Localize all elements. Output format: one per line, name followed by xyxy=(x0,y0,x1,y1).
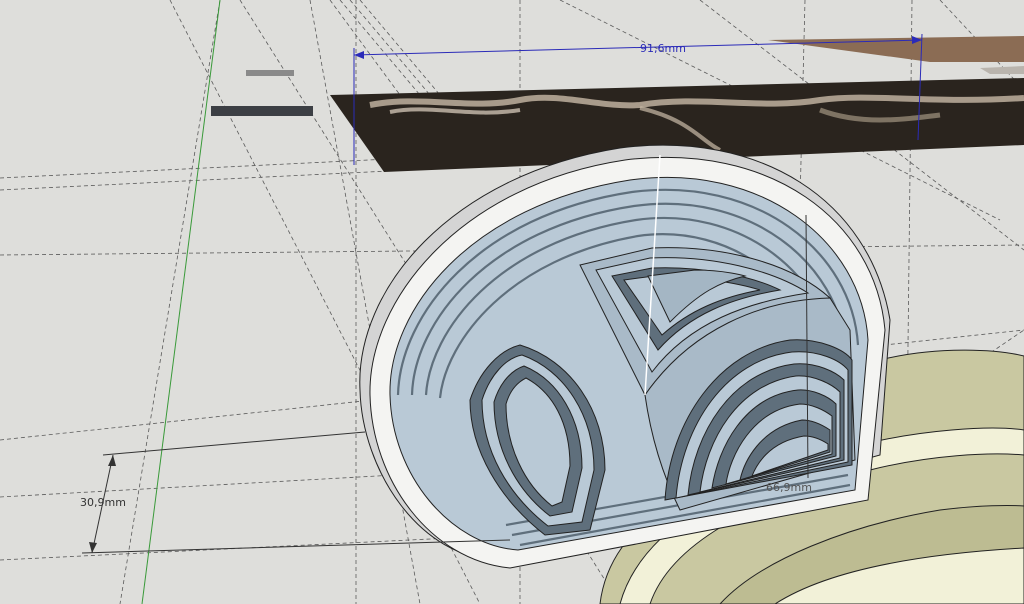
sketchup-viewport[interactable]: 91,6mm 30,9mm 66,9mm xyxy=(0,0,1024,604)
main-model[interactable] xyxy=(359,144,891,569)
model-canvas[interactable]: 91,6mm 30,9mm 66,9mm xyxy=(0,0,1024,604)
reference-image-plane-2[interactable] xyxy=(768,36,1024,62)
small-component-top[interactable] xyxy=(246,70,294,76)
dimension-depth-label: 66,9mm xyxy=(766,481,812,494)
dimension-height-label: 30,9mm xyxy=(80,496,126,509)
reference-image-plane-2-edge xyxy=(980,66,1024,74)
green-axis-line xyxy=(141,0,221,604)
small-component-dark[interactable] xyxy=(211,106,313,116)
dimension-width-label: 91,6mm xyxy=(640,42,686,55)
